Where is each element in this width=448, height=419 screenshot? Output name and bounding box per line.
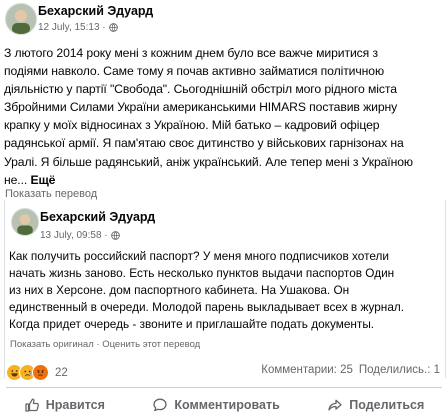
comment-bubble-icon bbox=[153, 398, 167, 411]
comment-label: Комментировать bbox=[174, 397, 280, 412]
separator: · bbox=[96, 339, 100, 350]
comment-button[interactable]: Комментировать bbox=[152, 397, 280, 413]
shared-line: Когда придет очередь - звоните и приглаш… bbox=[9, 316, 375, 331]
share-label: Поделиться bbox=[349, 397, 425, 412]
post-line: Збройними Силами України американськими … bbox=[4, 100, 398, 115]
engagement-stats: Комментарии: 25 Поделились.: 1 bbox=[261, 364, 440, 376]
actions-divider bbox=[6, 387, 442, 388]
post-date[interactable]: 12 July, 15:13 · bbox=[38, 22, 106, 33]
shared-date[interactable]: 13 July, 09:58 · bbox=[40, 230, 108, 241]
reactions-summary[interactable]: 22 bbox=[6, 364, 68, 381]
post-author-name[interactable]: Бехарский Эдуард bbox=[38, 4, 153, 18]
shared-line: Как получить российский паспорт? У меня … bbox=[9, 249, 389, 263]
post-line: З лютого 2014 року мені з кожним днем бу… bbox=[4, 46, 378, 60]
avatar-photo-icon bbox=[6, 4, 36, 34]
show-original-link[interactable]: Показать оригинал bbox=[10, 339, 94, 350]
post-line: радянської армії. Я пам'ятаю своє дитинс… bbox=[4, 136, 404, 151]
like-label: Нравится bbox=[45, 397, 105, 412]
post-line: подіями навколо. Саме тому я почав актив… bbox=[4, 64, 384, 79]
shared-meta: 13 July, 09:58 · bbox=[40, 230, 120, 241]
post-line: не... bbox=[4, 172, 28, 187]
thumbs-up-icon bbox=[25, 398, 39, 412]
shared-line: начать жизнь заново. Есть несколько пунк… bbox=[9, 265, 395, 280]
post-body: З лютого 2014 року мені з кожним днем бу… bbox=[4, 44, 442, 189]
shared-author-avatar[interactable] bbox=[11, 208, 39, 236]
angry-reaction-icon bbox=[32, 364, 49, 381]
post-line: крапку у моїх відносинах з Україною. Мій… bbox=[4, 118, 380, 133]
show-translation-link[interactable]: Показать перевод bbox=[5, 188, 97, 200]
post-meta: 12 July, 15:13 · bbox=[38, 22, 118, 33]
globe-icon bbox=[110, 231, 120, 240]
globe-icon bbox=[108, 23, 118, 32]
shared-author-name[interactable]: Бехарский Эдуард bbox=[40, 210, 155, 224]
shared-body: Как получить российский паспорт? У меня … bbox=[9, 248, 439, 333]
rate-translation-link[interactable]: Оценить этот перевод bbox=[102, 339, 200, 350]
like-button[interactable]: Нравится bbox=[24, 397, 105, 413]
action-bar: Нравится Комментировать Поделиться bbox=[0, 390, 448, 419]
author-avatar[interactable] bbox=[5, 3, 37, 35]
reaction-count: 22 bbox=[55, 366, 68, 379]
shares-count-link[interactable]: Поделились.: 1 bbox=[359, 364, 440, 376]
shared-line: единственный в очереди. Молодой парень в… bbox=[9, 299, 405, 314]
shared-line: из них в Херсоне. дом паспортного кабине… bbox=[9, 282, 350, 297]
post-line: Уралі. Я більше радянський, аніж українс… bbox=[4, 154, 413, 169]
share-button[interactable]: Поделиться bbox=[327, 397, 424, 413]
avatar-photo-icon bbox=[12, 209, 38, 235]
share-arrow-icon bbox=[328, 399, 342, 411]
comments-count-link[interactable]: Комментарии: 25 bbox=[261, 364, 353, 376]
post-line: діяльністю у партії "Свобода". Сьогодніш… bbox=[4, 82, 397, 97]
translation-links: Показать оригинал · Оценить этот перевод bbox=[10, 339, 200, 350]
see-more-link[interactable]: Ещё bbox=[30, 173, 55, 187]
